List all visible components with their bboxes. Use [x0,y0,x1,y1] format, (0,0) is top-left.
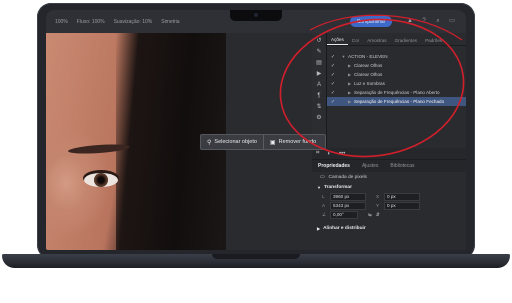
tab-color[interactable]: Cor [348,38,363,45]
action-label: Separação de Frequências - Plano Fechado [354,99,445,104]
tab-patterns[interactable]: Padrões [421,38,446,45]
width-label: L [322,194,325,199]
checkmark-icon[interactable]: ✓ [327,99,339,105]
layer-type: ▭ Camada de pixels [312,172,466,182]
comment-icon[interactable]: ▤ [315,59,323,67]
chevron-right-icon[interactable]: ▶ [339,90,354,95]
action-row[interactable]: ✓ ▶ Clarear Olhos [327,70,466,79]
width-field[interactable]: 3960 px [330,192,366,201]
height-label: A [322,203,326,208]
select-subject-button[interactable]: ⚲ Selecionar objeto [201,135,263,149]
brush-icon[interactable]: ✎ [315,48,323,56]
action-label: ACTION - ELEVEN [348,54,388,59]
action-row[interactable]: ✓ ▶ Separação de Frequências - Plano Abe… [327,88,466,97]
chevron-right-icon[interactable]: ▶ [339,72,354,77]
transform-row-3: ∠ 0,00° ⇋ ⇵ [312,210,466,219]
tab-libraries[interactable]: Bibliotecas [384,163,420,169]
actions-panel-tabs: Ações Cor Amostras Gradientes Padrões [327,33,466,46]
chevron-down-icon: ▼ [317,184,321,190]
chevron-right-icon: ▶ [317,225,321,231]
action-row-selected[interactable]: ✓ ▶ Separação de Frequências - Plano Fec… [327,97,466,106]
chevron-right-icon[interactable]: ▶ [339,81,354,86]
actions-panel: Ações Cor Amostras Gradientes Padrões ✓ … [327,33,466,159]
y-label: Y [376,203,380,208]
search-icon[interactable]: ⌕ [435,18,441,24]
checkmark-icon[interactable]: ✓ [327,72,339,78]
checkmark-icon[interactable]: ✓ [327,81,339,87]
crop-icon[interactable]: ⌗ [316,150,319,157]
y-field[interactable]: 0 px [384,201,420,210]
checkmark-icon[interactable]: ✓ [327,90,339,96]
select-subject-label: Selecionar objeto [214,139,257,145]
share-button[interactable]: Compartilhar [350,16,392,27]
chevron-down-icon[interactable]: ▼ [339,54,348,59]
align-label: Alinhar e distribuir [323,225,366,231]
tab-properties[interactable]: Propriedades [312,163,356,169]
contextual-task-bar: ⚲ Selecionar objeto ▣ Remover fundo [200,134,326,150]
x-field[interactable]: 0 px [384,192,420,201]
tab-swatches[interactable]: Amostras [363,38,390,45]
angle-field[interactable]: 0,00° [330,210,358,219]
adjust-icon[interactable]: ⇅ [315,103,323,111]
option-smoothing[interactable]: Suavização: 10% [114,19,153,25]
play-icon[interactable]: ▶ [315,70,323,78]
text-icon[interactable]: A [315,81,323,89]
action-row[interactable]: ✓ ▶ Luz e Sombras [327,79,466,88]
remove-background-button[interactable]: ▣ Remover fundo [262,135,322,149]
chevron-right-icon[interactable]: ▶ [339,63,354,68]
transform-row-1: L 3960 px X 0 px [312,192,466,201]
checkmark-icon[interactable]: ✓ [327,63,339,69]
action-row[interactable]: ✓ ▶ Clarear Olhos [327,61,466,70]
action-label: Luz e Sombras [354,81,385,86]
transform-label: Transformar [323,184,352,190]
photoshop-screen: 100% Fluxo: 100% Suavização: 10% Simetri… [46,10,466,250]
laptop-base-groove [212,254,300,259]
tab-actions[interactable]: Ações [327,37,348,45]
document-canvas[interactable]: ⚲ Selecionar objeto ▣ Remover fundo [46,33,326,250]
history-icon[interactable]: ↺ [315,37,323,45]
remove-background-label: Remover fundo [278,139,317,145]
mid-icon-bar: ⌗ ◐ ••• [312,148,466,159]
action-label: Clarear Olhos [354,72,383,77]
chevron-right-icon[interactable]: ▶ [339,99,354,104]
action-set-row[interactable]: ✓ ▼ ACTION - ELEVEN [327,52,466,61]
height-field[interactable]: 5343 px [330,201,366,210]
help-icon[interactable]: ? [421,18,427,24]
portrait-iris [94,173,108,187]
option-flow[interactable]: Fluxo: 100% [77,19,105,25]
tool-presets-icon[interactable]: ⚙ [315,114,323,122]
action-label: Clarear Olhos [354,63,383,68]
properties-panel: Propriedades Ajustes Bibliotecas ▭ Camad… [312,159,466,250]
more-icon[interactable]: ••• [339,151,345,157]
option-opacity[interactable]: 100% [55,19,68,25]
person-icon: ⚲ [207,139,212,146]
checkmark-icon[interactable]: ✓ [327,54,339,60]
transform-row-2: A 5343 px Y 0 px [312,201,466,210]
option-symmetry[interactable]: Simetria [161,19,179,25]
camera-lens [254,13,258,17]
flip-vertical-icon[interactable]: ⇵ [376,212,380,218]
layer-type-label: Camada de pixels [328,174,367,180]
image-icon: ▣ [269,139,276,146]
tab-gradients[interactable]: Gradientes [391,38,421,45]
contrast-icon[interactable]: ◐ [327,151,331,157]
warning-icon[interactable]: ▲ [407,18,413,24]
x-label: X [376,194,380,199]
workspace-icon[interactable]: ▭ [449,18,455,24]
properties-tabs: Propriedades Ajustes Bibliotecas [312,160,466,172]
paragraph-icon[interactable]: ¶ [315,92,323,100]
flip-horizontal-icon[interactable]: ⇋ [368,212,372,218]
align-section[interactable]: ▶ Alinhar e distribuir [312,223,466,233]
angle-icon: ∠ [322,211,327,217]
layer-icon: ▭ [320,174,325,180]
transform-section[interactable]: ▼ Transformar [312,182,466,192]
tab-adjustments[interactable]: Ajustes [356,163,384,169]
action-label: Separação de Frequências - Plano Aberto [354,90,440,95]
